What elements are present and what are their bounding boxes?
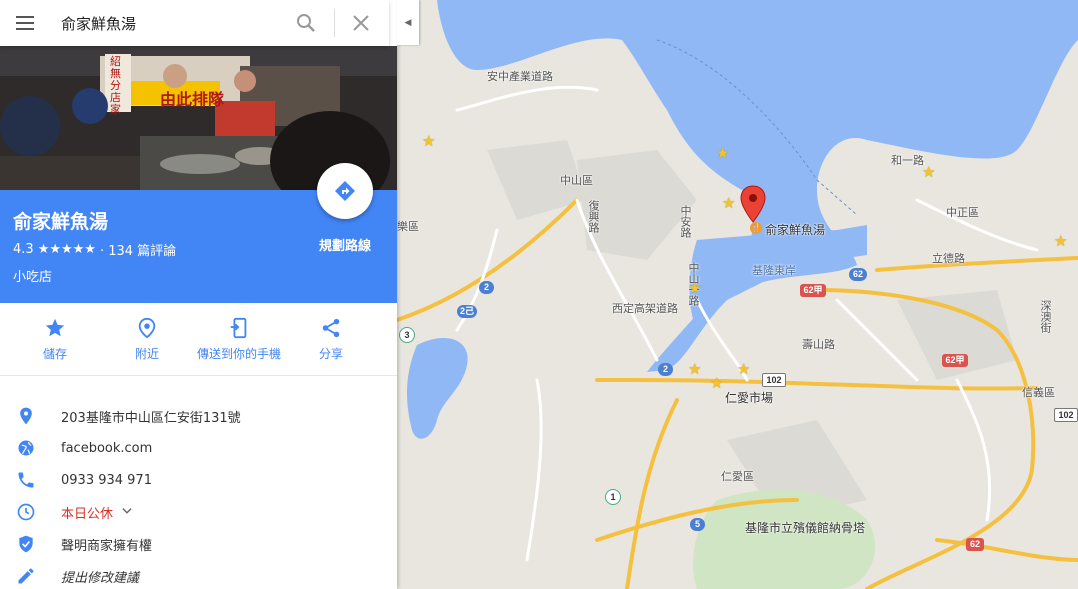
share-label: 分享 [318, 347, 343, 361]
route-shield: 102 [762, 373, 786, 387]
label-xinyi-district: 信義區 [1022, 386, 1055, 399]
search-icon[interactable] [294, 11, 318, 35]
poi-star-icon[interactable]: ★ [688, 362, 701, 377]
place-panel: 俞家鮮魚湯 由此排隊 紹無分店家 俞家鮮魚湯 4.3 ★★★★★ · 134 篇… [0, 0, 397, 589]
label-shenao-street: 深澳街 [1039, 300, 1052, 333]
label-fuxing-road: 復興路 [587, 200, 600, 233]
action-bar: 儲存 附近 傳送到你的手機 分享 [0, 303, 397, 376]
poi-star-icon[interactable]: ★ [737, 362, 750, 377]
lake-area [407, 337, 468, 439]
label-heyi-road: 和一路 [891, 154, 924, 167]
share-button[interactable]: 分享 [294, 303, 368, 375]
menu-icon[interactable] [16, 16, 34, 30]
share-icon [322, 318, 340, 338]
send-to-phone-icon [230, 317, 247, 339]
search-input[interactable]: 俞家鮮魚湯 [61, 13, 294, 34]
hours-row[interactable]: 本日公休 [0, 496, 397, 528]
location-pin-icon [20, 407, 32, 425]
place-category[interactable]: 小吃店 [13, 266, 52, 285]
label-anzhong-road: 安中產業道路 [487, 70, 553, 83]
suggest-edit-link[interactable]: 提出修改建議 [61, 567, 139, 586]
poi-star-icon[interactable]: ★ [422, 134, 435, 149]
label-anle-district: 樂區 [397, 220, 419, 233]
route-shield: 2 [479, 281, 494, 294]
route-shield: 2己 [457, 305, 477, 318]
route-shield: 2 [658, 363, 673, 376]
label-shoushan-road: 壽山路 [802, 338, 835, 351]
location-marker-icon[interactable] [740, 185, 766, 223]
restaurant-icon: 🍴 [750, 222, 762, 234]
clock-icon [17, 503, 35, 521]
address-text: 203基隆市中山區仁安街131號 [61, 410, 241, 426]
label-zhongshan-district: 中山區 [560, 174, 593, 187]
star-icon [45, 318, 65, 337]
nearby-button[interactable]: 附近 [110, 303, 184, 375]
route-shield: 62甲 [942, 354, 968, 367]
close-icon[interactable] [349, 11, 373, 35]
poi-star-icon[interactable]: ★ [722, 196, 735, 211]
label-east-shore: 基隆東岸 [752, 264, 796, 277]
collapse-panel-button[interactable]: ◀ [397, 0, 419, 45]
phone-row[interactable]: 0933 934 971 [0, 464, 397, 496]
route-shield: 3 [399, 327, 415, 343]
route-shield: 1 [605, 489, 621, 505]
address-row[interactable]: 203基隆市中山區仁安街131號 [0, 400, 397, 432]
route-shield: 62 [849, 268, 867, 281]
label-renai-district: 仁愛區 [721, 470, 754, 483]
save-button[interactable]: 儲存 [0, 303, 110, 375]
poi-star-icon[interactable]: ★ [710, 376, 723, 391]
send-to-phone-label: 傳送到你的手機 [196, 347, 281, 361]
chevron-down-icon[interactable] [120, 504, 134, 518]
photo-side-sign: 紹無分店家 [110, 55, 121, 116]
label-memorial: 基隆市立殯儀館納骨塔 [745, 521, 866, 535]
save-label: 儲存 [42, 347, 67, 361]
website-link[interactable]: facebook.com [61, 441, 152, 456]
label-renai-market: 仁愛市場 [725, 391, 774, 405]
globe-icon [18, 440, 34, 456]
label-zhongzheng-district: 中正區 [946, 206, 979, 219]
rating-value: 4.3 [13, 242, 34, 257]
pencil-icon [18, 568, 34, 584]
verified-shield-icon [19, 535, 33, 553]
photo-sign-text: 由此排隊 [160, 90, 225, 109]
review-count-link[interactable]: · 134 篇評論 [100, 240, 176, 259]
poi-star-icon[interactable]: ★ [1054, 234, 1067, 249]
route-shield: 62 [966, 538, 984, 551]
send-to-phone-button[interactable]: 傳送到你的手機 [184, 303, 294, 375]
route-shield: 102 [1054, 408, 1078, 422]
label-zhongan-road: 中安路 [679, 205, 692, 238]
poi-star-icon[interactable]: ★ [688, 281, 701, 296]
hours-text: 本日公休 [61, 506, 114, 522]
phone-icon [18, 472, 34, 488]
place-title: 俞家鮮魚湯 [13, 211, 109, 233]
park-area [693, 489, 876, 589]
nearby-icon [138, 317, 156, 339]
map-graphics [397, 0, 1078, 589]
label-lide-road: 立德路 [932, 252, 965, 265]
route-shield: 5 [690, 518, 705, 531]
directions-label[interactable]: 規劃路線 [300, 235, 390, 254]
claim-business-link[interactable]: 聲明商家擁有權 [61, 535, 152, 554]
label-xiding-road: 西定高架道路 [612, 302, 678, 315]
directions-button[interactable] [317, 163, 373, 219]
phone-text[interactable]: 0933 934 971 [61, 473, 152, 488]
poi-star-icon[interactable]: ★ [922, 165, 935, 180]
rating-stars-icon: ★★★★★ [37, 242, 96, 257]
claim-row[interactable]: 聲明商家擁有權 [0, 528, 397, 560]
directions-icon [335, 181, 355, 201]
route-shield: 62甲 [800, 284, 826, 297]
suggest-edit-row[interactable]: 提出修改建議 [0, 560, 397, 589]
info-list: 203基隆市中山區仁安街131號 facebook.com 0933 934 9… [0, 400, 397, 589]
poi-star-icon[interactable]: ★ [716, 146, 729, 161]
search-box[interactable]: 俞家鮮魚湯 [0, 0, 389, 46]
search-divider [334, 9, 335, 37]
label-marker-name: 俞家鮮魚湯 [765, 223, 826, 237]
rating-row: 4.3 ★★★★★ · 134 篇評論 [13, 240, 176, 259]
website-row[interactable]: facebook.com [0, 432, 397, 464]
map-canvas[interactable]: 中山區 中正區 信義區 仁愛區 樂區 和一路 立德路 壽山路 仁愛市場 基隆市立… [397, 0, 1078, 589]
nearby-label: 附近 [134, 347, 159, 361]
